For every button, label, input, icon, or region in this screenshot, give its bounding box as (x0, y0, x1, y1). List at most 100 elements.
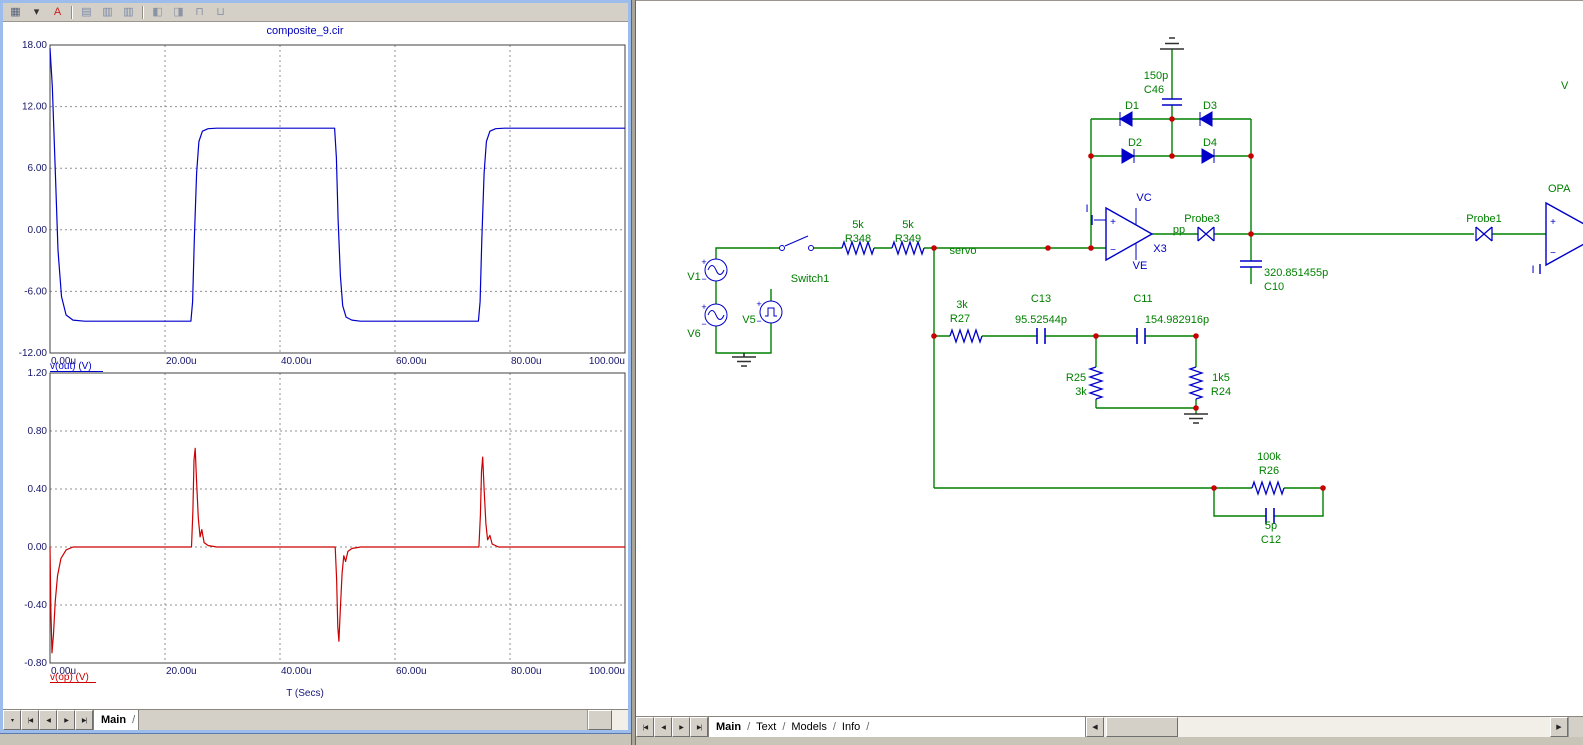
label-R26[interactable]: R26 (1259, 465, 1279, 477)
label-V1[interactable]: V1 (687, 271, 700, 283)
scroll-left-button[interactable]: ◀ (1086, 717, 1104, 737)
capacitor-c11[interactable] (1136, 328, 1146, 344)
align-bottom-icon[interactable]: ⊔ (211, 3, 230, 21)
label-5p[interactable]: 5p (1265, 520, 1277, 532)
label-Switch1[interactable]: Switch1 (791, 273, 830, 285)
label-R348[interactable]: R348 (845, 233, 871, 245)
label-D4[interactable]: D4 (1203, 137, 1217, 149)
capacitor-c13[interactable] (1036, 328, 1046, 344)
capacitor-c10[interactable] (1240, 260, 1262, 268)
trace-vopV (49, 447, 625, 654)
resistor-r24[interactable] (1187, 366, 1205, 400)
label-V5[interactable]: V5 (742, 314, 755, 326)
diode-d4[interactable] (1201, 148, 1215, 164)
label-R24[interactable]: R24 (1211, 386, 1231, 398)
label-95-52544p[interactable]: 95.52544p (1015, 314, 1067, 326)
label-Probe3[interactable]: Probe3 (1184, 213, 1219, 225)
plot-title: composite_9.cir (266, 25, 343, 37)
label-D1[interactable]: D1 (1125, 100, 1139, 112)
tab-main[interactable]: Main (96, 714, 131, 726)
tab-main[interactable]: Main (711, 721, 746, 733)
schematic-h-scrollbar[interactable]: ◀ ▶ (1086, 717, 1568, 737)
tab-text[interactable]: Text (751, 721, 781, 733)
label-5k[interactable]: 5k (902, 219, 914, 231)
label-5k[interactable]: 5k (852, 219, 864, 231)
label-D2[interactable]: D2 (1128, 137, 1142, 149)
y-tick-label: 0.80 (28, 426, 48, 437)
opamp-x3[interactable]: + − (1091, 206, 1154, 262)
label-1k5[interactable]: 1k5 (1212, 372, 1230, 384)
probe-probe1[interactable] (1475, 226, 1493, 242)
prev-tab-button[interactable]: ◀ (654, 717, 672, 737)
label-C10[interactable]: C10 (1264, 281, 1284, 293)
schematic-canvas[interactable]: +− +− +− + − + − 150pC46D1 D3D2 D4VCIPro… (636, 1, 1583, 718)
last-tab-button[interactable]: ▶| (75, 710, 93, 730)
resistor-r27[interactable] (949, 327, 983, 345)
prev-tab-button[interactable]: ◀ (39, 710, 57, 730)
label-VE[interactable]: VE (1133, 260, 1148, 272)
voltage-source-v6[interactable] (704, 303, 728, 327)
first-tab-button[interactable]: |◀ (636, 717, 654, 737)
label-R25[interactable]: R25 (1066, 372, 1086, 384)
plot-h-scrollbar-thumb[interactable] (588, 710, 612, 730)
label-3k[interactable]: 3k (1075, 386, 1087, 398)
label-C46[interactable]: C46 (1144, 84, 1164, 96)
pulse-source-v5[interactable] (759, 300, 783, 324)
label-100k[interactable]: 100k (1257, 451, 1281, 463)
x-tick-label: 100.00u (589, 356, 625, 367)
switch-switch1[interactable] (779, 235, 814, 251)
copy-window-icon[interactable]: ▥ (98, 3, 117, 21)
label-D3[interactable]: D3 (1203, 100, 1217, 112)
component-grid-icon[interactable]: ▦ (6, 3, 25, 21)
label-Probe1[interactable]: Probe1 (1466, 213, 1501, 225)
label-X3[interactable]: X3 (1153, 243, 1166, 255)
label-C13[interactable]: C13 (1031, 293, 1051, 305)
opamp-opa[interactable]: + − (1539, 201, 1583, 274)
resistor-r26[interactable] (1251, 479, 1285, 497)
scrollbar-thumb[interactable] (1106, 717, 1178, 737)
copy-page-icon[interactable]: ▥ (119, 3, 138, 21)
tab-models[interactable]: Models (786, 721, 831, 733)
label-OPA[interactable]: OPA (1548, 183, 1571, 195)
label-R27[interactable]: R27 (950, 313, 970, 325)
label-V[interactable]: V (1561, 80, 1569, 92)
diode-d1[interactable] (1119, 111, 1133, 127)
label-I[interactable]: I (1531, 264, 1534, 276)
tab-info[interactable]: Info (837, 721, 865, 733)
text-tool-icon[interactable]: A (48, 3, 67, 21)
align-right-icon[interactable]: ◨ (169, 3, 188, 21)
label-3k[interactable]: 3k (956, 299, 968, 311)
label-320-851455p[interactable]: 320.851455p (1264, 267, 1328, 279)
label-C11[interactable]: C11 (1133, 293, 1152, 305)
pane-menu-button[interactable]: ▾ (3, 710, 21, 730)
diode-d3[interactable] (1199, 111, 1213, 127)
label-C12[interactable]: C12 (1261, 534, 1281, 546)
align-left-icon[interactable]: ◧ (148, 3, 167, 21)
next-tab-button[interactable]: ▶ (672, 717, 690, 737)
x-tick-label: 20.00u (166, 356, 197, 367)
label-I[interactable]: I (1085, 203, 1088, 215)
label-154-982916p[interactable]: 154.982916p (1145, 314, 1209, 326)
clipboard-icon[interactable]: ▤ (77, 3, 96, 21)
label-pp[interactable]: pp (1173, 224, 1185, 236)
svg-text:−: − (701, 319, 706, 329)
label-V6[interactable]: V6 (687, 328, 700, 340)
align-top-icon[interactable]: ⊓ (190, 3, 209, 21)
voltage-source-v1[interactable] (704, 258, 728, 282)
first-tab-button[interactable]: |◀ (21, 710, 39, 730)
resistor-r25[interactable] (1087, 366, 1105, 400)
y-tick-label: -6.00 (24, 286, 47, 297)
label-150p[interactable]: 150p (1144, 70, 1168, 82)
probe-probe3[interactable] (1197, 226, 1215, 242)
dropdown-arrow-icon[interactable]: ▾ (27, 3, 46, 21)
scrollbar-track[interactable] (1104, 717, 1550, 737)
label-servo[interactable]: servo (950, 245, 977, 257)
last-tab-button[interactable]: ▶| (690, 717, 708, 737)
next-tab-button[interactable]: ▶ (57, 710, 75, 730)
capacitor-c46[interactable] (1162, 98, 1182, 106)
label-VC[interactable]: VC (1136, 192, 1151, 204)
plot-h-scrollbar[interactable] (587, 710, 628, 730)
label-R349[interactable]: R349 (895, 233, 921, 245)
scroll-right-button[interactable]: ▶ (1550, 717, 1568, 737)
diode-d2[interactable] (1121, 148, 1135, 164)
